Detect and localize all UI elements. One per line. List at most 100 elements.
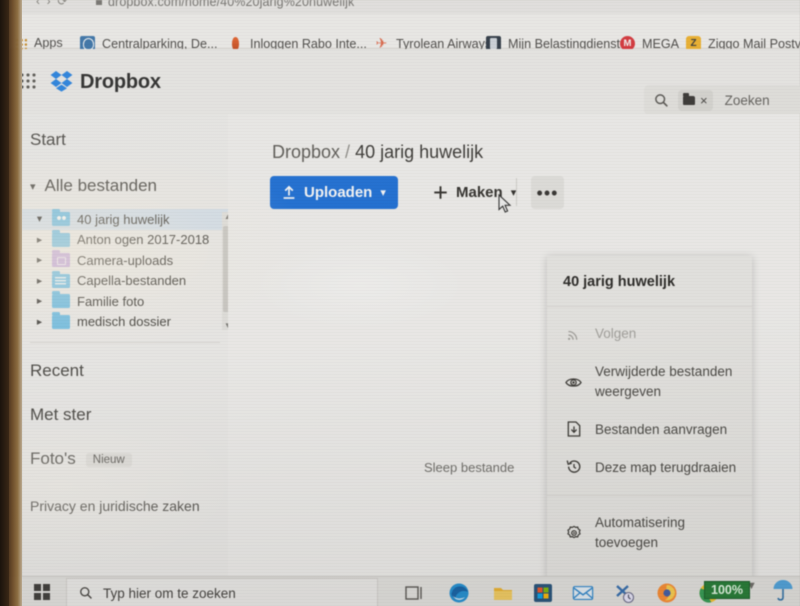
menu-item-label: Bestanden aanvragen	[595, 422, 728, 437]
upload-arrow-icon	[283, 185, 295, 199]
dropbox-app: Dropbox × Zoeken Start ▾ Alle bestanden	[18, 49, 800, 581]
rewind-history-icon	[565, 458, 582, 475]
search-input[interactable]: Zoeken	[725, 93, 770, 108]
chevron-down-icon[interactable]: ▾	[34, 213, 45, 225]
menu-item-deze-map-terugdraaien[interactable]: Deze map terugdraaien	[547, 449, 752, 487]
menu-spacer	[547, 307, 752, 315]
upload-button[interactable]: Uploaden ▾	[270, 176, 398, 209]
eye-icon	[565, 376, 582, 389]
menu-item-label: Automatisering toevoegen	[595, 515, 686, 550]
new-badge: Nieuw	[85, 452, 132, 467]
toolbar-divider	[516, 178, 517, 206]
monitor-bezel-edge	[0, 0, 9, 606]
menu-item-label: Verwijderde bestanden weergeven	[595, 364, 733, 399]
folder-shared-icon	[52, 209, 70, 227]
tree-item-medisch-dossier[interactable]: ▸ medisch dossier	[22, 311, 228, 333]
umbrella-icon[interactable]	[772, 578, 794, 602]
search-icon	[80, 587, 92, 599]
folder-camera-icon	[52, 250, 70, 268]
more-actions-button[interactable]: •••	[531, 176, 564, 209]
folder-icon	[52, 291, 70, 309]
bookmarks-bar: Apps Centralparking, De... Inloggen Rabo…	[0, 14, 800, 51]
sidebar-item-photos[interactable]: Foto's Nieuw	[30, 449, 132, 469]
chevron-right-icon[interactable]: ▸	[34, 275, 45, 287]
folder-doc-icon	[52, 270, 70, 288]
zoom-level-badge[interactable]: 100%	[704, 581, 750, 599]
menu-item-verwijderde-bestanden-weergeven[interactable]: Verwijderde bestanden weergeven	[547, 353, 752, 411]
url-text: dropbox.com/home/40%20jarig%20huwelijk	[108, 0, 355, 9]
sidebar-item-privacy-legal[interactable]: Privacy en juridische zaken	[30, 496, 210, 516]
tree-item-label: Familie foto	[77, 293, 145, 309]
breadcrumb-current: 40 jarig huwelijk	[355, 142, 484, 162]
app-top-bar: Dropbox × Zoeken	[18, 49, 800, 115]
search-bar[interactable]: × Zoeken	[644, 85, 800, 115]
sidebar-item-home[interactable]: Start	[30, 130, 66, 150]
sidebar-item-label: Foto's	[30, 449, 76, 468]
tree-item-camera-uploads[interactable]: ▸ Camera-uploads	[22, 250, 228, 271]
menu-header: 40 jarig huwelijk	[563, 274, 676, 290]
tree-item-familie-foto[interactable]: ▸ Familie foto	[22, 291, 228, 312]
taskbar-search-box[interactable]: Typ hier om te zoeken	[66, 578, 378, 606]
mouse-cursor	[498, 194, 512, 213]
search-scope-chip[interactable]: ×	[678, 89, 713, 111]
tree-item-label: Anton ogen 2017-2018	[77, 232, 210, 248]
gear-automation-icon	[565, 525, 582, 541]
task-view-icon[interactable]	[404, 582, 426, 604]
folder-icon	[683, 92, 695, 105]
chevron-right-icon[interactable]: ▸	[34, 295, 45, 307]
chevron-down-icon: ▾	[30, 180, 36, 193]
sidebar-item-label: Alle bestanden	[44, 176, 158, 195]
tree-item-anton-ogen[interactable]: ▸ Anton ogen 2017-2018	[22, 229, 228, 251]
bookmark-label: Apps	[34, 36, 63, 50]
tree-item-40-jarig-huwelijk[interactable]: ▾ 40 jarig huwelijk	[22, 209, 228, 230]
folder-icon	[52, 311, 70, 329]
menu-item-label: Volgen	[595, 326, 637, 341]
firefox-icon[interactable]	[656, 582, 678, 604]
sidebar-item-recent[interactable]: Recent	[30, 361, 84, 381]
tree-item-label: 40 jarig huwelijk	[77, 211, 170, 227]
menu-spacer	[547, 496, 752, 504]
menu-item-label: Deze map terugdraaien	[595, 460, 737, 475]
tree-item-label: Camera-uploads	[77, 252, 174, 268]
create-button-label: Maken	[456, 184, 503, 201]
search-icon	[655, 93, 668, 107]
chevron-right-icon[interactable]: ▸	[34, 254, 45, 266]
dropbox-wordmark: Dropbox	[80, 71, 161, 93]
menu-item-volgen[interactable]: Volgen	[547, 315, 752, 353]
folder-icon	[52, 229, 70, 247]
sidebar-divider	[30, 342, 220, 343]
rss-follow-icon	[565, 327, 582, 342]
tree-item-capella-bestanden[interactable]: ▸ Capella-bestanden	[22, 270, 228, 292]
breadcrumb-separator: /	[345, 142, 351, 162]
folder-tree: ▾ 40 jarig huwelijk ▸ Anton ogen 2017-20…	[22, 209, 228, 332]
microsoft-store-icon[interactable]	[532, 582, 554, 604]
mail-icon[interactable]	[572, 582, 594, 604]
site-lock-icon	[96, 0, 102, 5]
plus-icon	[434, 186, 447, 199]
taskbar-search-input[interactable]: Typ hier om te zoeken	[103, 586, 236, 601]
menu-item-automatisering-toevoegen[interactable]: Automatisering toevoegen	[547, 504, 752, 573]
browser-nav-icons: ‹ › ⟳	[36, 0, 68, 8]
chevron-right-icon[interactable]: ▸	[34, 234, 45, 246]
snipping-tool-icon[interactable]	[614, 582, 636, 604]
drop-files-hint: Sleep bestande	[424, 460, 515, 475]
dropbox-logo-icon[interactable]	[50, 70, 74, 92]
breadcrumb-root[interactable]: Dropbox	[272, 142, 340, 162]
breadcrumb: Dropbox/40 jarig huwelijk	[272, 142, 483, 163]
file-request-icon	[565, 420, 582, 437]
folder-actions-menu: 40 jarig huwelijk Volgen Verwijderde bes…	[547, 256, 752, 581]
menu-item-bestanden-aanvragen[interactable]: Bestanden aanvragen	[547, 411, 752, 449]
chevron-right-icon[interactable]: ▸	[34, 316, 45, 328]
tree-item-label: Capella-bestanden	[77, 273, 187, 289]
browser-url-bar[interactable]: ‹ › ⟳ dropbox.com/home/40%20jarig%20huwe…	[0, 0, 800, 14]
tree-item-label: medisch dossier	[77, 314, 171, 330]
sidebar-item-all-files[interactable]: ▾ Alle bestanden	[30, 176, 157, 196]
close-icon[interactable]: ×	[700, 94, 708, 107]
menu-spacer	[547, 487, 752, 495]
edge-icon[interactable]	[448, 582, 470, 604]
upload-button-label: Uploaden	[304, 184, 373, 201]
sidebar-item-starred[interactable]: Met ster	[30, 405, 91, 425]
chevron-down-icon: ▾	[380, 187, 386, 199]
file-explorer-icon[interactable]	[492, 582, 514, 604]
start-button[interactable]	[34, 584, 50, 600]
